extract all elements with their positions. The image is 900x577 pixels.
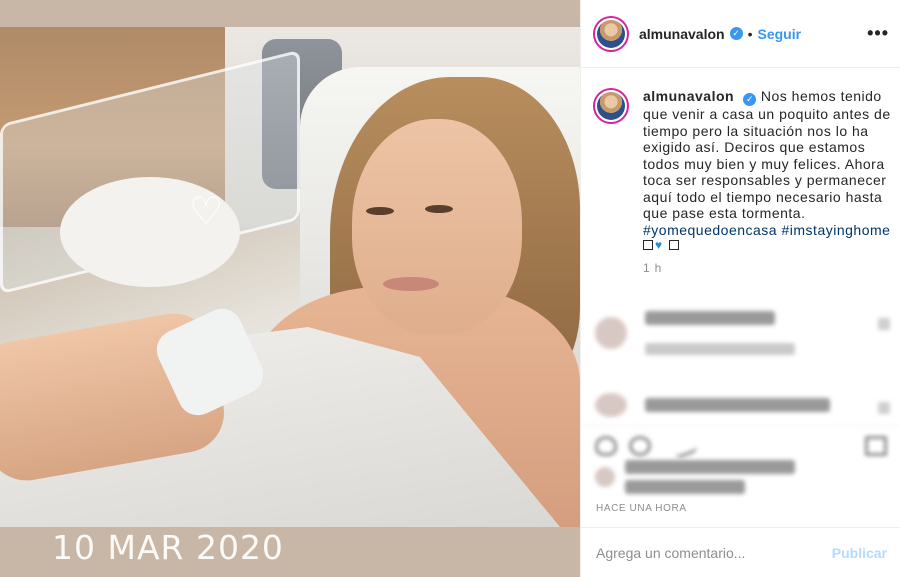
hashtag-link[interactable]: #imstayinghome [782,222,891,238]
post-timestamp[interactable]: HACE UNA HORA [596,503,687,514]
photo-date-stamp: 10 MAR 2020 [52,528,284,567]
caption-emojis: ♥ [643,239,893,251]
eye-left [366,207,394,215]
heart-icon[interactable] [595,436,617,456]
comment-input[interactable] [596,544,826,561]
follow-button[interactable]: Seguir [758,26,802,42]
post-header: almunavalon ✓ • Seguir ••• [581,0,900,68]
blurred-comment [595,311,795,355]
like-comment-icon[interactable] [878,402,890,414]
face [352,119,522,334]
publish-button[interactable]: Publicar [832,545,887,561]
more-options-icon[interactable]: ••• [867,24,889,42]
post-sidebar: almunavalon ✓ • Seguir ••• almunavalon ✓… [580,0,900,577]
header-separator: • [747,25,753,42]
verified-badge-icon: ✓ [743,93,757,106]
blue-heart-icon: ♥ [655,238,663,252]
comment-icon[interactable] [629,436,651,456]
heart-sticker-icon: ♡ [188,191,224,233]
emoji-placeholder-icon [668,240,679,250]
author-avatar[interactable] [593,15,629,52]
action-bar [581,425,900,465]
caption-body: almunavalon ✓ Nos hemos tenido que venir… [643,88,893,277]
share-icon[interactable] [670,432,698,460]
lips [383,277,439,291]
commenter-avatar [595,393,627,417]
like-comment-icon[interactable] [878,318,890,330]
bookmark-icon[interactable] [865,436,887,456]
likes-summary [595,460,795,494]
caption-time: 1 h [643,261,663,275]
caption-avatar[interactable] [593,88,629,124]
post-photo[interactable]: ♡ 10 MAR 2020 [0,0,580,577]
add-comment-bar: Publicar [581,527,900,577]
verified-badge-icon: ✓ [729,27,743,40]
eye-right [425,205,453,213]
emoji-placeholder-icon [643,240,653,250]
post-caption: almunavalon ✓ Nos hemos tenido que venir… [593,88,893,277]
blurred-comment [595,393,830,417]
commenter-avatar [595,317,627,349]
caption-text: Nos hemos tenido que venir a casa un poq… [643,88,891,221]
hashtag-link[interactable]: #yomequedoencasa [643,222,777,238]
author-username[interactable]: almunavalon [639,26,725,42]
hospital-selfie-image: ♡ [0,27,580,527]
caption-username[interactable]: almunavalon [643,88,734,104]
